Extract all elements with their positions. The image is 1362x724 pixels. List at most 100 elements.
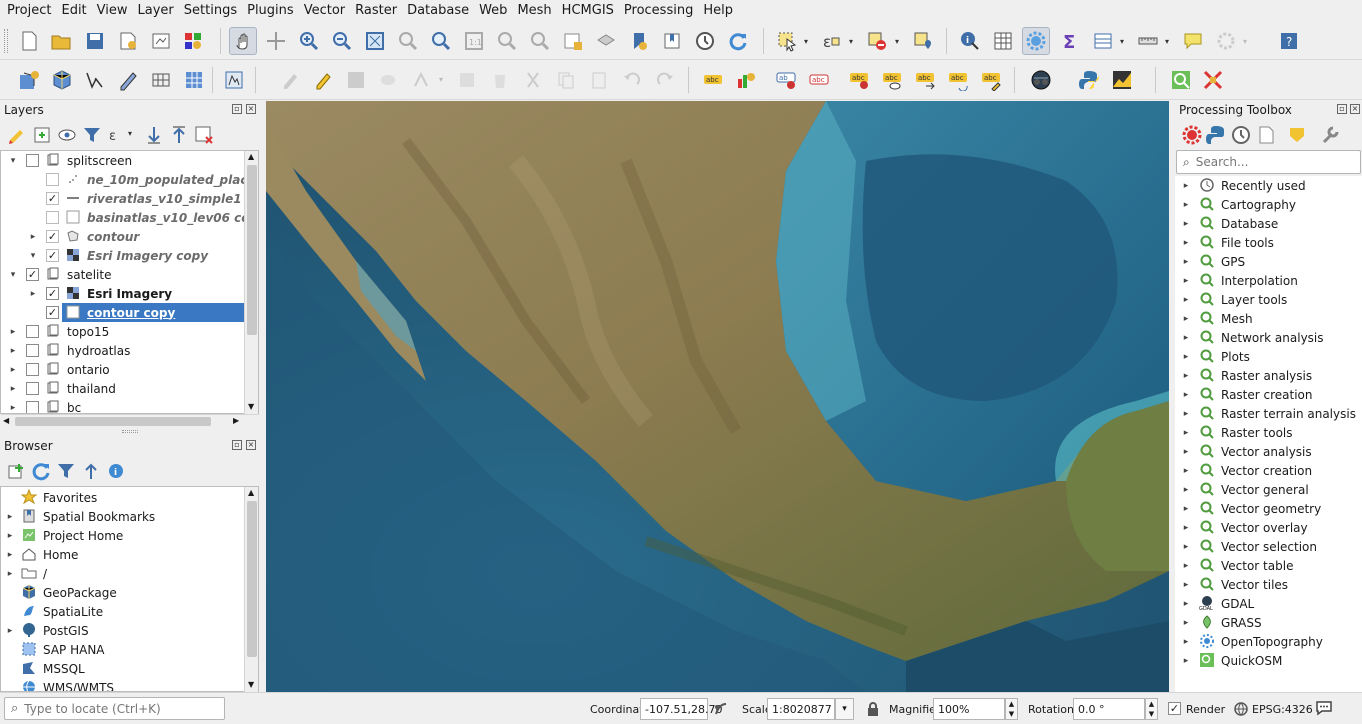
menu-edit[interactable]: Edit <box>56 0 91 22</box>
browser-item[interactable]: SAP HANA <box>1 640 244 659</box>
layer-row[interactable]: ▾ ✓ satelite <box>1 265 244 284</box>
processing-group-item[interactable]: ▸ Interpolation <box>1175 271 1362 290</box>
menu-database[interactable]: Database <box>402 0 474 22</box>
processing-group-item[interactable]: ▸ Raster terrain analysis <box>1175 404 1362 423</box>
render-checkbox[interactable]: ✓ <box>1168 702 1181 715</box>
browser-item[interactable]: MSSQL <box>1 659 244 678</box>
diagram-tool-icon[interactable] <box>733 67 759 93</box>
expand-arrow-icon[interactable]: ▸ <box>1181 542 1191 552</box>
processing-group-item[interactable]: ▸ Mesh <box>1175 309 1362 328</box>
zoom-out-icon[interactable] <box>329 28 355 54</box>
save-as-icon[interactable] <box>115 28 141 54</box>
expand-arrow-icon[interactable]: ▸ <box>1181 181 1191 191</box>
pan-hand-icon[interactable] <box>229 27 257 55</box>
current-edits-icon[interactable] <box>277 67 303 93</box>
toolbar-grip[interactable] <box>4 29 8 53</box>
pin-unpin-labels-icon[interactable]: abc <box>806 67 832 93</box>
quickosm-icon[interactable] <box>1168 67 1194 93</box>
pin-label-icon[interactable]: abc <box>846 67 872 93</box>
delete-selected-icon[interactable] <box>487 67 513 93</box>
refresh-icon[interactable] <box>725 28 751 54</box>
layer-row[interactable]: ▾ ✓ Esri Imagery copy <box>1 246 244 265</box>
browser-item[interactable]: Favorites <box>1 488 244 507</box>
close-panel-icon[interactable]: × <box>246 440 256 450</box>
zoom-to-layer-icon[interactable] <box>428 28 454 54</box>
browser-vscroll[interactable]: ▲ ▼ <box>244 487 258 692</box>
layer-visibility-checkbox[interactable]: ✓ <box>26 268 39 281</box>
processing-group-item[interactable]: ▸ Vector geometry <box>1175 499 1362 518</box>
collapse-arrow-icon[interactable]: ▾ <box>28 251 38 261</box>
profile-tool-icon[interactable] <box>1109 67 1135 93</box>
layer-visibility-checkbox[interactable] <box>26 344 39 357</box>
results-viewer-icon[interactable] <box>1253 122 1279 148</box>
processing-group-item[interactable]: ▸ Vector overlay <box>1175 518 1362 537</box>
expand-arrow-icon[interactable]: ▸ <box>8 403 18 413</box>
magnifier-field[interactable]: 100% <box>933 698 1005 720</box>
expand-arrow-icon[interactable]: ▸ <box>5 512 15 522</box>
processing-group-item[interactable]: ▸ Vector table <box>1175 556 1362 575</box>
add-raster-grid-icon[interactable] <box>181 67 207 93</box>
expand-arrow-icon[interactable]: ▸ <box>1181 409 1191 419</box>
select-by-expression-icon[interactable]: ε <box>818 28 844 54</box>
float-panel-icon[interactable]: ▫ <box>1337 104 1347 114</box>
expand-arrow-icon[interactable]: ▸ <box>1181 428 1191 438</box>
layer-row[interactable]: basinatlas_v10_lev06 copy co <box>1 208 258 227</box>
copy-features-icon[interactable] <box>553 67 579 93</box>
expand-arrow-icon[interactable]: ▸ <box>5 550 15 560</box>
zoom-last-icon[interactable] <box>494 28 520 54</box>
identify-icon[interactable]: i <box>957 28 983 54</box>
browser-item[interactable]: ▸ Home <box>1 545 244 564</box>
expand-arrow-icon[interactable]: ▸ <box>5 531 15 541</box>
expand-arrow-icon[interactable]: ▸ <box>1181 447 1191 457</box>
expand-arrow-icon[interactable]: ▸ <box>8 327 18 337</box>
new-map-view-icon[interactable] <box>560 28 586 54</box>
menu-layer[interactable]: Layer <box>133 0 179 22</box>
processing-group-item[interactable]: ▸ Vector analysis <box>1175 442 1362 461</box>
lock-scale-icon[interactable] <box>866 701 880 717</box>
layer-visibility-checkbox[interactable] <box>26 363 39 376</box>
menu-plugins[interactable]: Plugins <box>242 0 299 22</box>
manage-visibility-icon[interactable] <box>54 122 80 148</box>
zoom-to-selection-icon[interactable] <box>395 28 421 54</box>
save-project-icon[interactable] <box>82 28 108 54</box>
processing-settings-icon[interactable] <box>1022 27 1050 55</box>
splitter-handle[interactable] <box>122 430 138 433</box>
expand-arrow-icon[interactable]: ▸ <box>28 289 38 299</box>
save-edits-icon[interactable] <box>343 67 369 93</box>
processing-group-item[interactable]: ▸ Vector creation <box>1175 461 1362 480</box>
expand-arrow-icon[interactable]: ▸ <box>5 569 15 579</box>
zoom-next-icon[interactable] <box>527 28 553 54</box>
browser-item[interactable]: ▸ / <box>1 564 244 583</box>
processing-group-item[interactable]: ▸ Raster creation <box>1175 385 1362 404</box>
expand-arrow-icon[interactable]: ▸ <box>8 365 18 375</box>
options-wrench-icon[interactable] <box>1317 122 1343 148</box>
show-hide-label-icon[interactable]: abc <box>879 67 905 93</box>
expand-arrow-icon[interactable]: ▸ <box>1181 637 1191 647</box>
new-3d-view-icon[interactable] <box>593 28 619 54</box>
layer-tree-hscroll[interactable]: ◀ ▶ <box>1 414 259 428</box>
add-group-icon[interactable] <box>29 122 55 148</box>
browser-item[interactable]: GeoPackage <box>1 583 244 602</box>
browser-item[interactable]: ▸ Project Home <box>1 526 244 545</box>
processing-group-item[interactable]: ▸ GPS <box>1175 252 1362 271</box>
expand-arrow-icon[interactable]: ▸ <box>8 346 18 356</box>
remove-layer-icon[interactable] <box>191 122 217 148</box>
browser-item[interactable]: SpatiaLite <box>1 602 244 621</box>
layer-visibility-checkbox[interactable] <box>46 173 59 186</box>
layer-visibility-checkbox[interactable] <box>26 325 39 338</box>
menu-raster[interactable]: Raster <box>350 0 402 22</box>
expand-arrow-icon[interactable]: ▸ <box>1181 238 1191 248</box>
expand-arrow-icon[interactable]: ▸ <box>1181 523 1191 533</box>
layer-visibility-checkbox[interactable]: ✓ <box>46 230 59 243</box>
coordinate-field[interactable]: -107.51,28.70 <box>640 698 722 720</box>
collapse-browser-icon[interactable] <box>78 458 104 484</box>
change-label-icon[interactable]: abc <box>978 67 1004 93</box>
rotation-field[interactable]: 0.0 ° <box>1073 698 1145 720</box>
expand-arrow-icon[interactable]: ▸ <box>1181 295 1191 305</box>
processing-group-item[interactable]: ▸ Layer tools <box>1175 290 1362 309</box>
open-field-calculator-icon[interactable] <box>1090 28 1116 54</box>
expand-arrow-icon[interactable]: ▸ <box>1181 504 1191 514</box>
expand-arrow-icon[interactable]: ▸ <box>1181 618 1191 628</box>
zoom-in-icon[interactable] <box>296 28 322 54</box>
select-features-icon[interactable] <box>774 28 800 54</box>
